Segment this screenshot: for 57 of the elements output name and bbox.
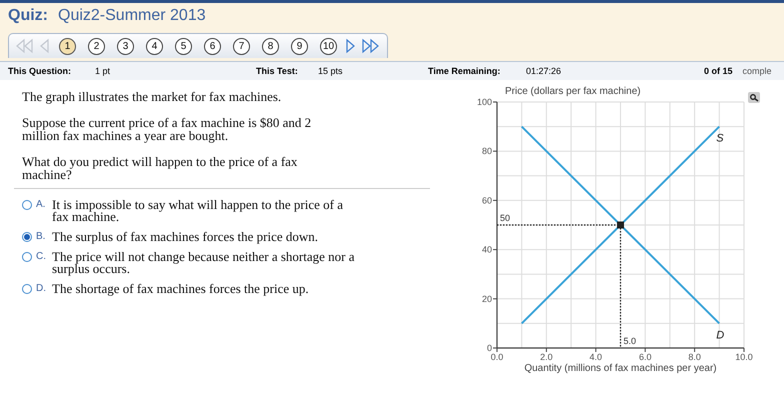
curve-label: D [716, 329, 724, 342]
y-tick-label: 100 [476, 97, 492, 107]
choice-text: The surplus of fax machines forces the price down. [52, 231, 320, 243]
quiz-title: Quiz2-Summer 2013 [58, 7, 206, 25]
answer-radio[interactable] [22, 232, 32, 242]
question-points-label: This Question: [8, 66, 72, 76]
test-points-value: 15 pts [318, 66, 344, 76]
question-points-value: 1 pt [95, 66, 112, 76]
guide-label: 50 [500, 213, 510, 223]
y-tick-label: 60 [482, 195, 492, 206]
progress-label: comple [742, 66, 772, 76]
question-number-button[interactable]: 4 [146, 38, 163, 54]
next-question-button[interactable] [345, 38, 357, 54]
question-number-button[interactable]: 1 [59, 38, 76, 54]
question-number-button[interactable]: 6 [204, 38, 221, 54]
choice-text: The price will not change because neither a shortage nor a surplus occurs. [52, 251, 355, 275]
choice-letter: B. [36, 231, 46, 243]
choice-letter: A. [36, 199, 46, 211]
x-axis-title: Quantity (millions of fax machines per year) [524, 363, 717, 374]
answer-radio[interactable] [22, 284, 32, 294]
x-tick-label: 4.0 [590, 352, 602, 362]
progress-count: 0 of 15 [704, 66, 733, 76]
x-tick-label: 6.0 [638, 352, 652, 362]
question-text: The graph illustrates the market for fax machines. [22, 90, 282, 103]
choice-text: The shortage of fax machines forces the price up. [52, 283, 310, 295]
answer-radio[interactable] [22, 252, 32, 262]
question-number-button[interactable]: 2 [88, 38, 105, 54]
quiz-label: Quiz: [8, 7, 48, 25]
question-number-button[interactable]: 3 [117, 38, 134, 54]
y-tick-label: 40 [482, 244, 492, 255]
zoom-icon[interactable] [748, 92, 760, 103]
y-tick-label: 20 [482, 294, 492, 304]
y-axis-title: Price (dollars per fax machine) [505, 86, 641, 97]
question-number-button[interactable]: 10 [320, 38, 337, 54]
question-number-button[interactable]: 8 [262, 38, 279, 54]
y-tick-label: 0 [486, 343, 492, 353]
x-tick-label: 10.0 [735, 352, 753, 362]
y-tick-label: 80 [482, 146, 492, 156]
x-tick-label: 2.0 [540, 352, 553, 362]
choice-letter: D. [36, 283, 47, 295]
question-number-button[interactable]: 5 [175, 38, 192, 54]
time-remaining-value: 01:27:26 [526, 66, 562, 76]
test-points-label: This Test: [256, 66, 299, 76]
time-remaining-label: Time Remaining: [428, 66, 502, 76]
question-text: What do you predict will happen to the price of a fax machine? [22, 155, 298, 181]
choice-letter: C. [36, 251, 47, 263]
equilibrium-point [617, 222, 624, 228]
curve-label: S [716, 132, 724, 145]
question-number-button[interactable]: 9 [291, 38, 308, 54]
guide-label: 5.0 [624, 336, 636, 346]
answer-radio[interactable] [22, 200, 32, 210]
question-number-button[interactable]: 7 [233, 38, 250, 54]
choice-text: It is impossible to say what will happen to the price of a fax machine. [52, 199, 344, 223]
x-tick-label: 0.0 [490, 352, 504, 362]
question-text: Suppose the current price of a fax machine is $80 and 2 million fax machines a year are bought. [22, 116, 312, 142]
last-question-button[interactable] [361, 38, 381, 54]
x-tick-label: 8.0 [688, 352, 701, 362]
